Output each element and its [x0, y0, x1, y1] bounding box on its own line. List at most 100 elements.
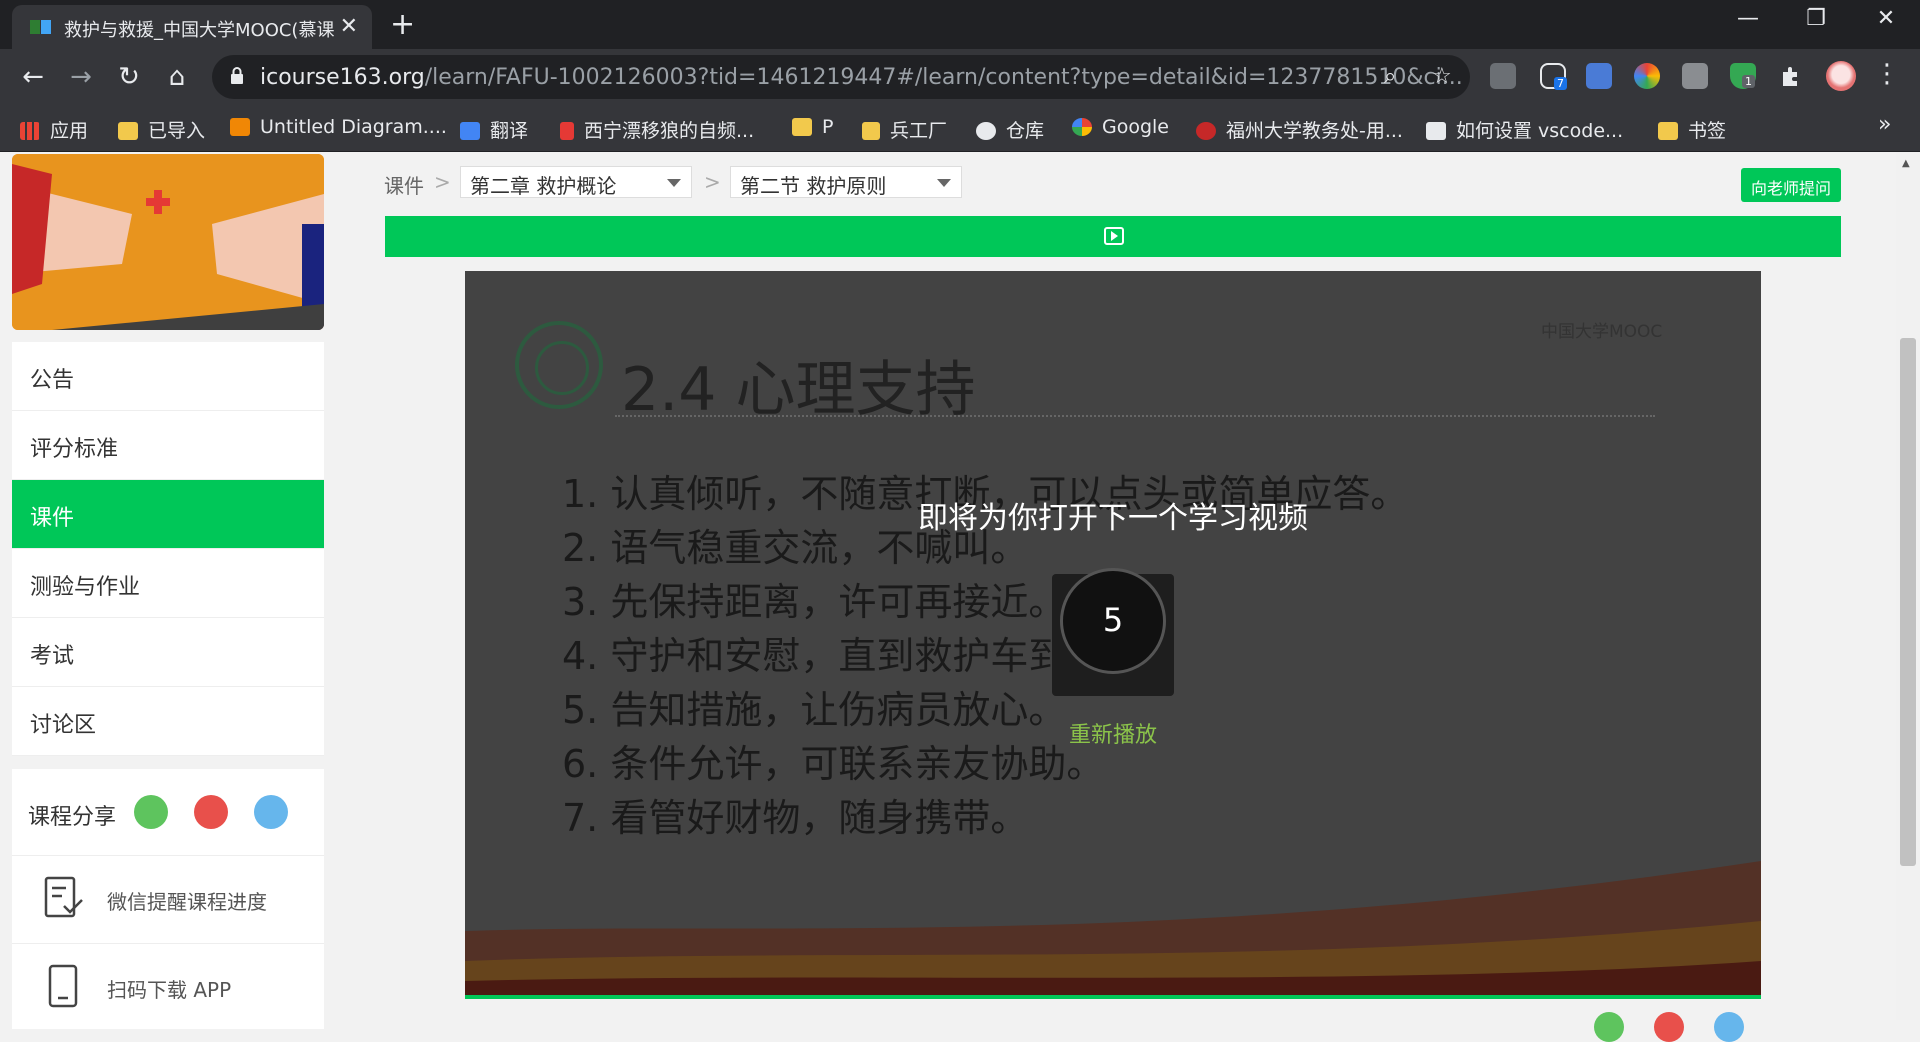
mooc-favicon-icon	[30, 20, 51, 34]
restore-button[interactable]: ❐	[1796, 6, 1836, 31]
bookmark-label: Google	[1102, 116, 1170, 138]
bookmark-translate[interactable]: 翻译	[460, 116, 528, 143]
bookmark-p[interactable]: P	[792, 116, 833, 138]
minimize-button[interactable]: —	[1728, 6, 1768, 31]
slide-list-item: 3. 先保持距离，许可再接近。	[562, 580, 1067, 624]
download-app-label: 扫码下载 APP	[107, 978, 232, 1002]
drawio-icon	[230, 118, 250, 136]
menu-item-grading[interactable]: 评分标准	[12, 411, 324, 480]
countdown-value: 5	[1060, 568, 1166, 674]
download-app-row[interactable]: 扫码下载 APP	[12, 943, 324, 1031]
extensions-puzzle-icon[interactable]	[1778, 63, 1804, 89]
bookmark-fzu[interactable]: 福州大学教务处-用...	[1196, 116, 1403, 143]
bookmark-imported[interactable]: 已导入	[118, 116, 205, 143]
crumb-courseware[interactable]: 课件	[384, 170, 424, 199]
extension-color-icon[interactable]	[1634, 63, 1660, 89]
browser-toolbar: ← → ↻ ⌂ icourse163.org/learn/FAFU-100212…	[0, 49, 1920, 105]
bookmarks-bar: 应用 已导入 Untitled Diagram.... 翻译 西宁漂移狼的自频.…	[0, 105, 1920, 152]
tab-close-icon[interactable]: ✕	[340, 14, 358, 39]
reload-button[interactable]: ↻	[112, 62, 146, 92]
google-icon	[1072, 118, 1092, 136]
replay-button[interactable]: 重新播放	[465, 717, 1761, 749]
bookmarks-overflow-button[interactable]: »	[1878, 112, 1891, 137]
bookmark-repo[interactable]: 仓库	[976, 116, 1044, 143]
scroll-thumb[interactable]	[1900, 338, 1916, 866]
extension-reader-icon[interactable]	[1490, 63, 1516, 89]
video-player[interactable]: 2.4 心理支持 中国大学MOOC 1. 认真倾听，不随意打断，可以点头或简单应…	[465, 271, 1761, 999]
menu-item-courseware[interactable]: 课件	[12, 480, 324, 549]
bookmark-bilibili[interactable]: 西宁漂移狼的自频...	[560, 116, 754, 143]
crumb-separator-icon: >	[704, 170, 721, 194]
home-button[interactable]: ⌂	[160, 62, 194, 92]
bookmark-google[interactable]: Google	[1072, 116, 1169, 138]
bookmark-label: 兵工厂	[890, 120, 948, 142]
close-window-button[interactable]: ✕	[1866, 6, 1906, 31]
float-weibo-icon[interactable]	[1654, 1012, 1684, 1042]
countdown-box: 5	[1052, 568, 1174, 696]
url-host: icourse163.org	[260, 65, 425, 90]
university-seal-icon	[515, 321, 603, 409]
folder-icon	[1658, 122, 1678, 140]
bookmark-label: Untitled Diagram....	[260, 116, 447, 138]
wechat-share-icon[interactable]	[134, 795, 168, 829]
weibo-share-icon[interactable]	[194, 795, 228, 829]
menu-item-quiz[interactable]: 测验与作业	[12, 549, 324, 618]
bookmark-label: 福州大学教务处-用...	[1226, 120, 1403, 142]
bookmark-apps[interactable]: 应用	[20, 116, 88, 143]
github-icon	[976, 122, 996, 140]
address-bar[interactable]: icourse163.org/learn/FAFU-1002126003?tid…	[212, 55, 1470, 99]
next-video-message: 即将为你打开下一个学习视频	[918, 501, 1308, 536]
video-progress-bar[interactable]	[465, 995, 1761, 999]
url-path: /learn/FAFU-1002126003?tid=1461219447#/l…	[424, 65, 1463, 90]
wechat-remind-row[interactable]: 微信提醒课程进度	[12, 855, 324, 943]
mooc-watermark: 中国大学MOOC	[1541, 322, 1663, 342]
section-select-value: 第二节 救护原则	[740, 174, 887, 198]
first-aid-illustration	[12, 154, 324, 330]
chevron-down-icon	[667, 179, 681, 187]
crumb-separator-icon: >	[434, 170, 451, 194]
float-wechat-icon[interactable]	[1594, 1012, 1624, 1042]
bookmark-label: 如何设置 vscode...	[1456, 120, 1624, 142]
slide-wave-decoration	[465, 861, 1761, 999]
qq-share-icon[interactable]	[254, 795, 288, 829]
video-unit-icon[interactable]	[1104, 227, 1124, 245]
zoom-icon[interactable]: ⌕	[1384, 64, 1396, 89]
course-menu: 公告 评分标准 课件 测验与作业 考试 讨论区	[12, 342, 324, 756]
bookmark-label: P	[822, 116, 834, 138]
fzu-logo-icon	[1196, 122, 1216, 140]
scroll-up-icon[interactable]: ▲	[1902, 158, 1910, 169]
extension-bird-icon[interactable]	[1586, 63, 1612, 89]
browser-tab[interactable]: 救护与救援_中国大学MOOC(慕课) ✕	[12, 5, 372, 49]
page-scrollbar[interactable]: ▲	[1896, 152, 1920, 1020]
bookmark-vscode[interactable]: 如何设置 vscode...	[1426, 116, 1623, 143]
extension-cat-icon[interactable]: 7	[1540, 63, 1567, 90]
tools-icon	[862, 122, 880, 140]
bookmark-arsenal[interactable]: 兵工厂	[862, 116, 947, 143]
translate-icon	[460, 122, 480, 140]
new-tab-button[interactable]: +	[390, 7, 415, 42]
slide-list-item: 4. 守护和安慰，直到救护车到达。	[562, 634, 1143, 678]
menu-item-forum[interactable]: 讨论区	[12, 687, 324, 756]
document-icon	[1426, 122, 1446, 140]
bookmark-label: 西宁漂移狼的自频...	[584, 120, 755, 142]
slide-list-item: 7. 看管好财物，随身携带。	[562, 796, 1029, 840]
chapter-select[interactable]: 第二章 救护概论	[460, 166, 692, 198]
bookmark-label: 书签	[1688, 120, 1727, 142]
extension-shield-icon[interactable]: 1	[1730, 63, 1756, 89]
ask-teacher-button[interactable]: 向老师提问	[1741, 168, 1841, 202]
forward-button[interactable]: →	[64, 62, 98, 92]
back-button[interactable]: ←	[16, 62, 50, 92]
browser-menu-icon[interactable]: ⋮	[1870, 59, 1904, 89]
bookmark-star-icon[interactable]: ☆	[1432, 64, 1452, 89]
bookmark-label: 应用	[50, 120, 89, 142]
menu-item-announcement[interactable]: 公告	[12, 342, 324, 411]
extension-edit-icon[interactable]	[1682, 63, 1708, 89]
menu-item-exam[interactable]: 考试	[12, 618, 324, 687]
section-select[interactable]: 第二节 救护原则	[730, 166, 962, 198]
float-qq-icon[interactable]	[1714, 1012, 1744, 1042]
bookmark-folder[interactable]: 书签	[1658, 116, 1726, 143]
lock-icon	[231, 67, 243, 84]
url-text[interactable]: icourse163.org/learn/FAFU-1002126003?tid…	[260, 65, 1463, 90]
profile-avatar[interactable]	[1826, 61, 1856, 91]
bookmark-diagram[interactable]: Untitled Diagram....	[230, 116, 447, 138]
